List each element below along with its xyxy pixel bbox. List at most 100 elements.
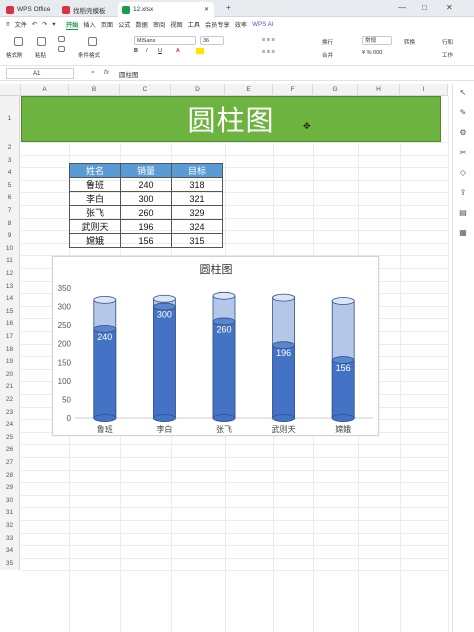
col-header-h[interactable]: H [358, 84, 400, 96]
row-header-23[interactable]: 23 [0, 406, 20, 420]
row-col-button[interactable]: 行和 [442, 38, 453, 46]
font-size-select[interactable]: 36 [200, 36, 224, 45]
row-header-7[interactable]: 7 [0, 205, 20, 218]
col-header-g[interactable]: G [313, 84, 358, 96]
row-header-9[interactable]: 9 [0, 230, 20, 243]
table-cell[interactable]: 260 [120, 205, 172, 220]
font-name-select[interactable]: MiSans [134, 36, 196, 45]
col-header-c[interactable]: C [120, 84, 171, 96]
paste-icon[interactable] [37, 37, 46, 46]
menu-file[interactable]: 文件 [15, 20, 27, 29]
row-header-29[interactable]: 29 [0, 482, 20, 495]
panel-icon[interactable]: ▤ [458, 208, 468, 218]
row-header-33[interactable]: 33 [0, 532, 20, 546]
number-format-select[interactable]: 常规 [362, 36, 392, 45]
merge-button[interactable]: 合并 [322, 51, 333, 59]
close-button[interactable]: ✕ [446, 3, 453, 12]
table-cell[interactable]: 张飞 [69, 205, 121, 220]
fill-color-icon[interactable] [196, 48, 204, 54]
menu-view[interactable]: 视图 [170, 20, 182, 29]
row-header-28[interactable]: 28 [0, 469, 20, 483]
share-icon[interactable]: ⇪ [458, 188, 468, 198]
cylinder-chart[interactable]: 圆柱图 0 50 100 150 200 250 300 350 240 鲁班 300 李白 260 张飞 1… [52, 256, 379, 436]
table-cell[interactable]: 武则天 [69, 219, 121, 234]
table-cell[interactable]: 240 [120, 177, 172, 192]
convert-button[interactable]: 转换 [404, 38, 415, 46]
row-header-10[interactable]: 10 [0, 242, 20, 256]
menu-wps-ai[interactable]: WPS AI [252, 21, 273, 28]
tab-workbook[interactable]: 12.xlsx ✕ [118, 2, 214, 17]
wrap-text-button[interactable]: 换行 [322, 38, 333, 46]
tab-template[interactable]: 找稻壳模板 [58, 2, 110, 17]
table-cell[interactable]: 李白 [69, 191, 121, 206]
row-header-18[interactable]: 18 [0, 343, 20, 357]
menu-home[interactable]: 开始 [65, 20, 79, 30]
table-cell[interactable]: 156 [120, 233, 172, 248]
conditional-format-icon[interactable] [88, 37, 97, 46]
menu-review[interactable]: 审阅 [153, 20, 165, 29]
title-banner[interactable]: 圆柱图 [21, 96, 441, 142]
table-cell[interactable]: 嫦娥 [69, 233, 121, 248]
row-header-14[interactable]: 14 [0, 293, 20, 306]
align-icons[interactable]: ≡ ≡ ≡ [262, 37, 275, 43]
table-header[interactable]: 销量 [120, 163, 172, 178]
tools-icon[interactable]: ✂ [458, 148, 468, 158]
select-all-corner[interactable] [0, 84, 21, 96]
font-color-icon[interactable]: A [176, 48, 180, 54]
menu-tools[interactable]: 工具 [188, 20, 200, 29]
table-cell[interactable]: 鲁班 [69, 177, 121, 192]
redo-icon[interactable]: ↷ [42, 21, 47, 28]
row-header-17[interactable]: 17 [0, 331, 20, 344]
bold-button[interactable]: B [134, 48, 138, 54]
row-header-1[interactable]: 1 [0, 96, 20, 142]
col-header-a[interactable]: A [21, 84, 69, 96]
fx-icon[interactable]: fx [104, 69, 109, 76]
row-header-15[interactable]: 15 [0, 305, 20, 319]
row-header-13[interactable]: 13 [0, 280, 20, 294]
table-cell[interactable]: 324 [171, 219, 223, 234]
shapes-icon[interactable]: ◇ [458, 168, 468, 178]
table-cell[interactable]: 321 [171, 191, 223, 206]
property-icon[interactable]: ⚙ [458, 128, 468, 138]
row-header-6[interactable]: 6 [0, 192, 20, 205]
menu-page[interactable]: 页面 [101, 20, 113, 29]
align-row2-icons[interactable]: ≡ ≡ ≡ [262, 49, 275, 55]
row-header-26[interactable]: 26 [0, 444, 20, 457]
row-header-25[interactable]: 25 [0, 431, 20, 445]
tab-wps-office[interactable]: WPS Office [2, 2, 54, 17]
col-header-i[interactable]: I [400, 84, 448, 96]
underline-button[interactable]: U [158, 48, 162, 54]
menu-insert[interactable]: 插入 [83, 20, 95, 29]
row-header-3[interactable]: 3 [0, 154, 20, 168]
row-header-21[interactable]: 21 [0, 381, 20, 394]
row-header-34[interactable]: 34 [0, 545, 20, 558]
menu-efficiency[interactable]: 效率 [235, 20, 247, 29]
menu-formula[interactable]: 公式 [118, 20, 130, 29]
minimize-button[interactable]: — [398, 3, 406, 12]
col-header-e[interactable]: E [225, 84, 273, 96]
row-header-5[interactable]: 5 [0, 179, 20, 193]
row-header-22[interactable]: 22 [0, 394, 20, 407]
row-header-20[interactable]: 20 [0, 368, 20, 382]
name-box[interactable]: A1 [6, 68, 74, 79]
layout-icon[interactable]: ▦ [458, 228, 468, 238]
row-header-32[interactable]: 32 [0, 520, 20, 533]
menu-hamburger-icon[interactable]: ≡ [6, 21, 10, 28]
row-header-4[interactable]: 4 [0, 167, 20, 180]
maximize-button[interactable]: □ [422, 3, 427, 12]
row-header-11[interactable]: 11 [0, 255, 20, 268]
row-header-24[interactable]: 24 [0, 419, 20, 432]
copy-icon[interactable] [58, 46, 65, 52]
row-header-27[interactable]: 27 [0, 457, 20, 470]
format-painter-icon[interactable] [14, 37, 23, 46]
worksheet-button[interactable]: 工作 [442, 51, 453, 59]
col-header-d[interactable]: D [171, 84, 225, 96]
table-cell[interactable]: 300 [120, 191, 172, 206]
formula-input[interactable]: 圆柱图 [119, 69, 139, 79]
table-header[interactable]: 目标 [171, 163, 223, 178]
row-header-2[interactable]: 2 [0, 142, 20, 155]
select-icon[interactable]: ↖ [458, 88, 468, 98]
col-header-b[interactable]: B [69, 84, 120, 96]
row-header-30[interactable]: 30 [0, 494, 20, 508]
menu-member[interactable]: 会员专享 [205, 20, 230, 29]
